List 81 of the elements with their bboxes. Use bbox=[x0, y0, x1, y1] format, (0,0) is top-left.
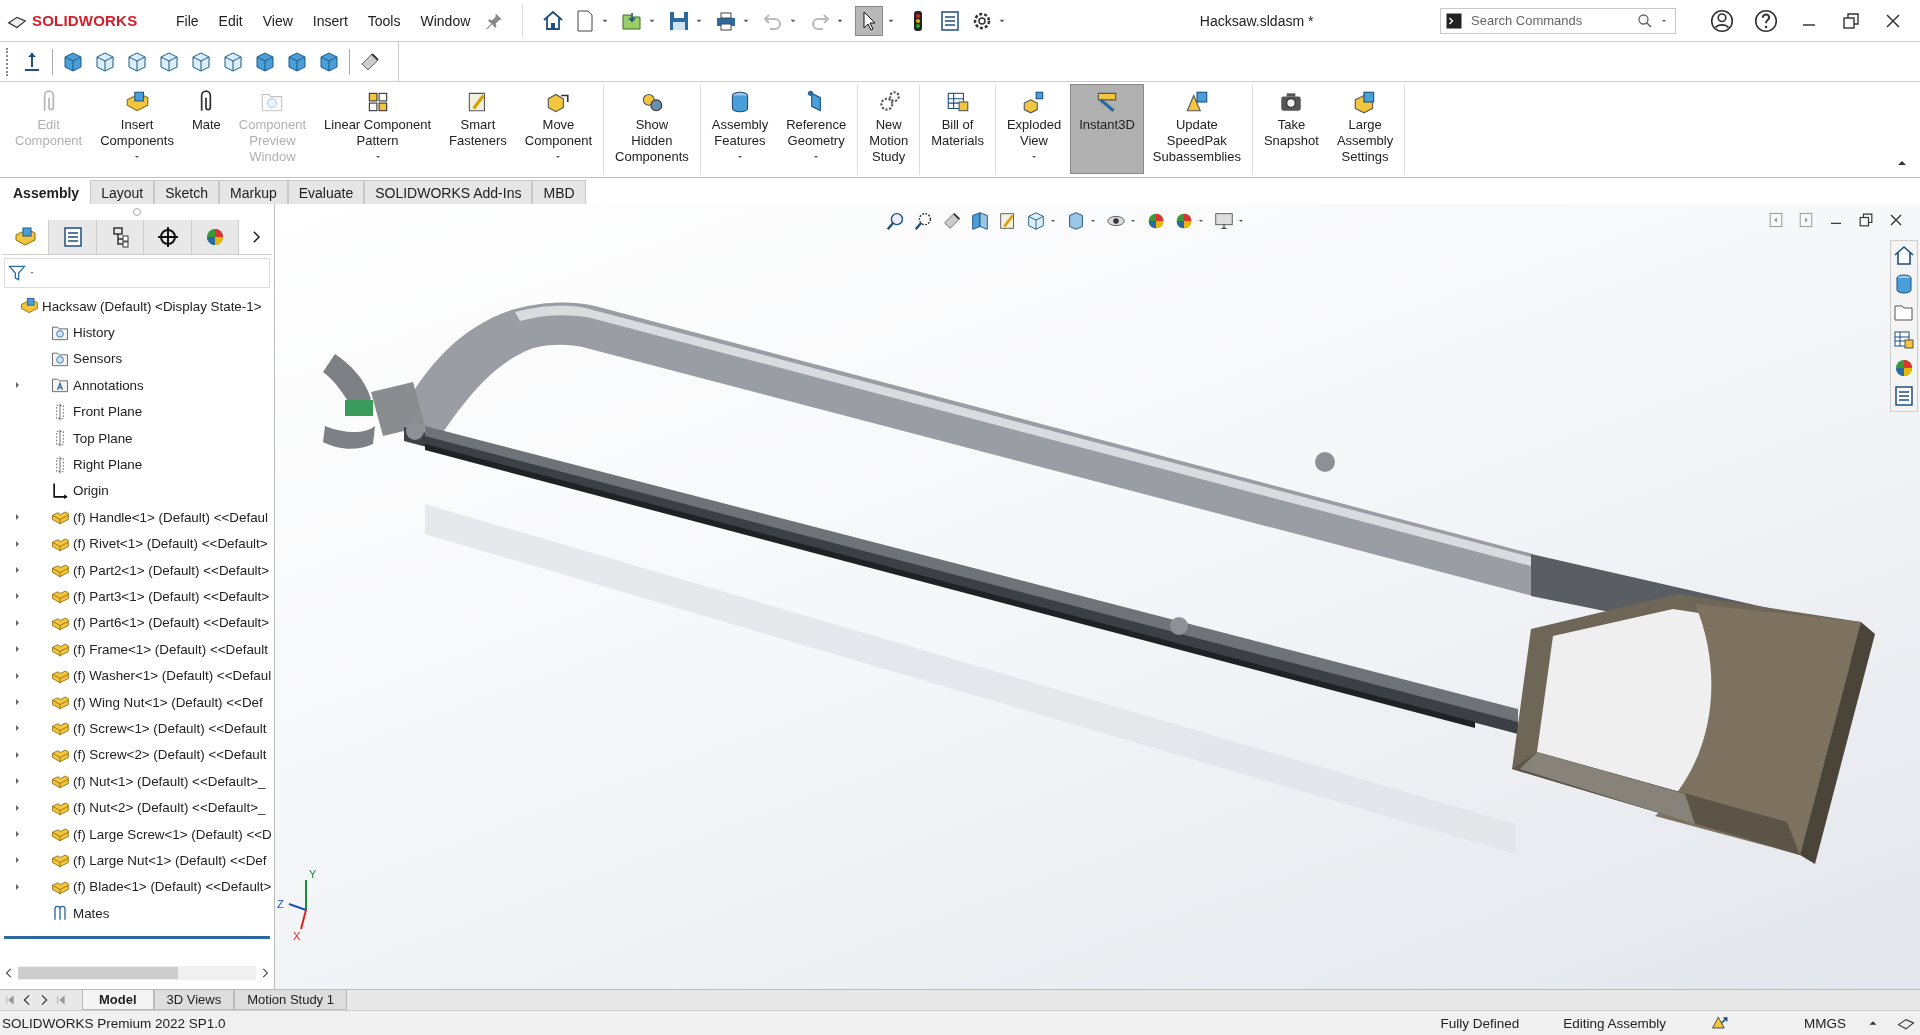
menu-item[interactable]: File bbox=[176, 12, 199, 29]
filter-field[interactable] bbox=[4, 258, 270, 288]
tree-item[interactable]: Mates bbox=[73, 905, 110, 921]
select-button[interactable] bbox=[855, 5, 884, 36]
status-text: Fully Defined bbox=[1440, 1015, 1520, 1031]
home-icon[interactable] bbox=[1892, 244, 1916, 268]
ribbon-button[interactable]: Exploded View bbox=[997, 84, 1071, 174]
ribbon-button[interactable]: Instant3D bbox=[1070, 84, 1144, 174]
window-title: Hacksaw.sldasm * bbox=[1198, 12, 1315, 29]
app-logo: SOLIDWORKS bbox=[32, 12, 138, 29]
tree-item[interactable]: (f) Washer<1> (Default) <<Defaul bbox=[73, 668, 272, 684]
tree-item[interactable]: (f) Blade<1> (Default) <<Default> bbox=[73, 879, 272, 895]
view-palette-icon[interactable] bbox=[1892, 328, 1916, 352]
account-icon[interactable] bbox=[1709, 7, 1735, 34]
ribbon-button[interactable]: Smart Fasteners bbox=[440, 84, 516, 174]
tree-item[interactable]: (f) Part3<1> (Default) <<Default> bbox=[73, 589, 270, 604]
command-tab[interactable]: SOLIDWORKS Add-Ins bbox=[364, 180, 533, 204]
ribbon-button[interactable]: Show Hidden Components bbox=[606, 84, 698, 174]
tree-item[interactable]: (f) Large Screw<1> (Default) <<D bbox=[73, 826, 272, 842]
model-tab[interactable]: 3D Views bbox=[153, 990, 235, 1010]
tree-item[interactable]: (f) Screw<2> (Default) <<Default bbox=[73, 747, 267, 763]
tree-item[interactable]: Hacksaw (Default) <Display State-1> bbox=[42, 298, 262, 314]
ribbon-button[interactable]: Move Component bbox=[515, 84, 602, 174]
section-view-icon[interactable] bbox=[969, 210, 991, 232]
tree-item[interactable]: Sensors bbox=[73, 351, 123, 367]
tree-item[interactable]: (f) Nut<1> (Default) <<Default>_ bbox=[73, 773, 266, 789]
units-button[interactable]: MMGS bbox=[1804, 1015, 1846, 1031]
tree-item[interactable]: (f) Screw<1> (Default) <<Default bbox=[73, 720, 267, 736]
tree-item[interactable]: (f) Frame<1> (Default) <<Default bbox=[73, 641, 268, 657]
axis-label: X bbox=[293, 930, 301, 942]
axis-label: Z bbox=[277, 898, 284, 910]
tree-item[interactable]: (f) Handle<1> (Default) <<Defaul bbox=[73, 509, 268, 525]
horizontal-scrollbar[interactable] bbox=[18, 966, 256, 980]
help-icon[interactable] bbox=[1753, 7, 1779, 34]
ribbon-button[interactable]: Insert Components bbox=[91, 84, 183, 174]
menu-item[interactable]: View bbox=[262, 12, 293, 29]
ribbon-button[interactable]: Take Snapshot bbox=[1254, 84, 1328, 174]
search-field[interactable]: Search Commands bbox=[1440, 7, 1676, 34]
tree-item[interactable]: (f) Large Nut<1> (Default) <<Def bbox=[73, 852, 267, 868]
status-text: Editing Assembly bbox=[1563, 1015, 1666, 1031]
ribbon-button[interactable]: New Motion Study bbox=[860, 84, 918, 174]
custom-properties-icon[interactable] bbox=[1892, 384, 1916, 408]
previous-view-icon[interactable] bbox=[941, 210, 963, 232]
axis-label: Y bbox=[309, 868, 317, 880]
ribbon-button[interactable]: Large Assembly Settings bbox=[1327, 84, 1403, 174]
tree-item[interactable]: (f) Part2<1> (Default) <<Default> bbox=[73, 562, 270, 578]
tree-item[interactable]: Annotations bbox=[73, 377, 144, 393]
menu-item[interactable]: Window bbox=[420, 12, 471, 29]
ribbon-button[interactable]: Assembly Features bbox=[702, 84, 778, 174]
ribbon-button[interactable]: Reference Geometry bbox=[777, 84, 856, 174]
tree-item[interactable]: (f) Wing Nut<1> (Default) <<Def bbox=[73, 694, 263, 710]
tree-item[interactable]: (f) Rivet<1> (Default) <<Default> bbox=[73, 536, 268, 552]
menu-item[interactable]: Edit bbox=[218, 12, 243, 29]
axis-triad-icon bbox=[288, 879, 307, 930]
command-tab[interactable]: Markup bbox=[219, 180, 288, 204]
tree-item[interactable]: (f) Nut<2> (Default) <<Default>_ bbox=[73, 800, 266, 816]
tree-item[interactable]: History bbox=[73, 325, 115, 341]
command-tab[interactable]: Sketch bbox=[154, 180, 219, 204]
command-tab[interactable]: Layout bbox=[90, 180, 155, 204]
tree-item[interactable]: (f) Part6<1> (Default) <<Default> bbox=[73, 615, 270, 631]
dimension-icon bbox=[155, 225, 180, 249]
tree-item[interactable]: Right Plane bbox=[73, 457, 143, 473]
model-tab[interactable]: Motion Study 1 bbox=[234, 990, 347, 1010]
ribbon-button[interactable]: Update SpeedPak Subassemblies bbox=[1143, 84, 1250, 174]
ribbon-button[interactable]: Bill of Materials bbox=[922, 84, 993, 174]
tree-item[interactable]: Top Plane bbox=[73, 430, 133, 446]
tree-item[interactable]: Front Plane bbox=[73, 404, 143, 420]
filter-icon bbox=[7, 263, 27, 283]
menu-item[interactable]: Tools bbox=[367, 12, 401, 29]
tree-item[interactable]: Origin bbox=[73, 483, 109, 499]
command-tab[interactable]: MBD bbox=[532, 180, 586, 204]
view-orientation-icon[interactable] bbox=[1025, 210, 1047, 232]
menu-item[interactable]: Insert bbox=[312, 12, 348, 29]
version-text: SOLIDWORKS Premium 2022 SP1.0 bbox=[2, 1015, 226, 1031]
command-tab[interactable]: Evaluate bbox=[287, 180, 365, 204]
model-tab[interactable]: Model bbox=[82, 990, 154, 1010]
ribbon-button[interactable]: Mate bbox=[182, 84, 230, 174]
view-settings-icon[interactable] bbox=[1213, 210, 1235, 232]
ribbon-button[interactable]: Linear Component Pattern bbox=[315, 84, 441, 174]
panel-tab[interactable] bbox=[144, 220, 192, 254]
search-icon bbox=[1636, 11, 1654, 30]
